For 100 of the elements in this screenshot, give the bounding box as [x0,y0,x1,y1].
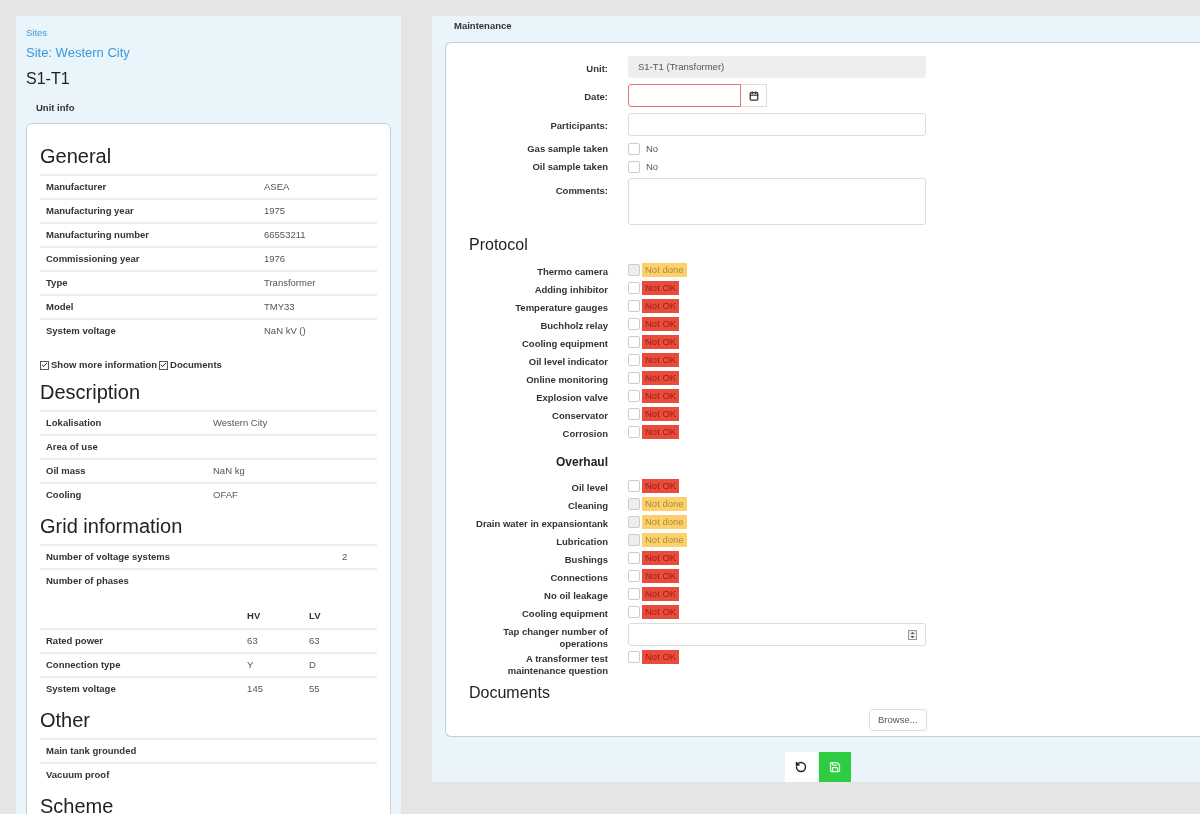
section-heading: Description [40,380,142,405]
status-badge: Not OK [642,371,680,386]
status-badge: Not OK [642,650,680,665]
unit-info-tab[interactable]: Unit info [36,100,391,115]
row-value: 2 [342,550,348,565]
item-label: Adding inhibitor [534,284,608,297]
number-field[interactable] [628,623,926,647]
row-label: Vacuum proof [46,768,111,783]
row-value: 1975 [264,203,286,218]
item-label: Lubrication [556,536,608,549]
status-badge: Not OK [642,425,680,440]
field-label: Date: [583,90,608,105]
row-label: Area of use [46,440,99,455]
row-value: NaN kg [213,464,245,479]
item-label: Temperature gauges [515,302,608,315]
status-badge: Not OK [642,551,680,566]
field-label: Unit: [585,62,608,77]
row-value: 145 [247,682,264,697]
row-label: Oil mass [46,464,87,479]
status-badge: Not done [642,515,687,530]
row-value: 1976 [264,251,286,266]
checkbox-label: Show more information [51,358,158,372]
row-label: Model [46,299,75,314]
row-value: 66553211 [264,227,306,242]
row-label: Main tank grounded [46,744,138,759]
date-field[interactable] [628,84,741,108]
participants-field[interactable] [628,113,926,137]
undo-icon [795,761,807,773]
row-label: System voltage [46,682,117,697]
status-badge: Not OK [642,353,680,368]
status-badge: Not OK [642,407,680,422]
row-label: Number of phases [46,574,130,589]
row-value: 63 [247,634,259,649]
section-heading: Scheme [40,794,115,814]
row-value: Western City [213,416,268,431]
item-label: Corrosion [562,428,608,441]
field-label: Gas sample taken [526,142,608,157]
item-label: Tap changer number of operations [502,626,608,651]
row-value: Transformer [264,275,316,290]
row-label: Manufacturing year [46,203,135,218]
row-label: Lokalisation [46,416,103,431]
checkbox[interactable] [40,360,49,370]
item-label: Thermo camera [537,266,608,279]
status-badge: Not OK [642,281,680,296]
item-label: Bushings [564,554,608,567]
row-value: OFAF [213,488,238,503]
row-value: 55 [309,682,321,697]
item-label: Connections [550,572,608,585]
column-header: LV [309,609,322,624]
status-badge: Not OK [642,479,680,494]
spinner-icon [908,629,917,640]
item-label: Online monitoring [526,374,608,387]
checkbox-text: No [646,160,659,175]
row-value: Y [247,658,255,673]
browse-button[interactable]: Browse... [869,709,927,732]
column-header: HV [247,609,262,624]
row-value: D [309,658,317,673]
row-label: Number of voltage systems [46,550,172,565]
status-badge: Not OK [642,389,680,404]
item-label: Drain water in expansiontank [476,518,608,531]
section-heading: Grid information [40,514,184,539]
row-value: TMY33 [264,299,295,314]
section-heading: Protocol [469,235,528,256]
row-label: Manufacturer [46,179,108,194]
checkbox-text: No [646,142,659,157]
unit-title: S1-T1 [26,68,71,89]
section-heading: Documents [469,683,550,704]
overhaul-heading: Overhaul [554,454,608,472]
maintenance-tab[interactable]: Maintenance [454,19,1200,34]
item-label: Explosion valve [536,392,608,405]
field-label: Participants: [549,119,608,134]
checkbox[interactable] [159,360,169,370]
row-value: ASEA [264,179,290,194]
comments-field[interactable] [628,178,926,226]
calendar-button[interactable] [741,84,767,108]
row-label: Manufacturing number [46,227,150,242]
item-label: A transformer test maintenance question [506,653,608,678]
status-badge: Not OK [642,299,680,314]
calendar-icon [748,90,759,101]
field-label: Comments: [554,184,608,199]
item-label: Oil level [571,482,608,495]
status-badge: Not done [642,263,687,278]
item-label: Conservator [552,410,608,423]
row-label: System voltage [46,323,117,338]
status-badge: Not OK [642,605,680,620]
undo-button[interactable] [785,752,817,782]
status-badge: Not OK [642,335,680,350]
item-label: Cleaning [567,500,608,513]
status-badge: Not OK [642,317,680,332]
item-label: Cooling equipment [521,338,608,351]
row-value: 63 [309,634,321,649]
status-badge: Not OK [642,569,680,584]
row-label: Rated power [46,634,104,649]
section-heading: General [40,144,113,168]
save-icon [829,761,841,773]
row-label: Commissioning year [46,251,141,266]
status-badge: Not done [642,497,687,512]
row-value: NaN kV () [264,323,306,338]
item-label: Oil level indicator [528,356,608,369]
status-badge: Not done [642,533,687,548]
